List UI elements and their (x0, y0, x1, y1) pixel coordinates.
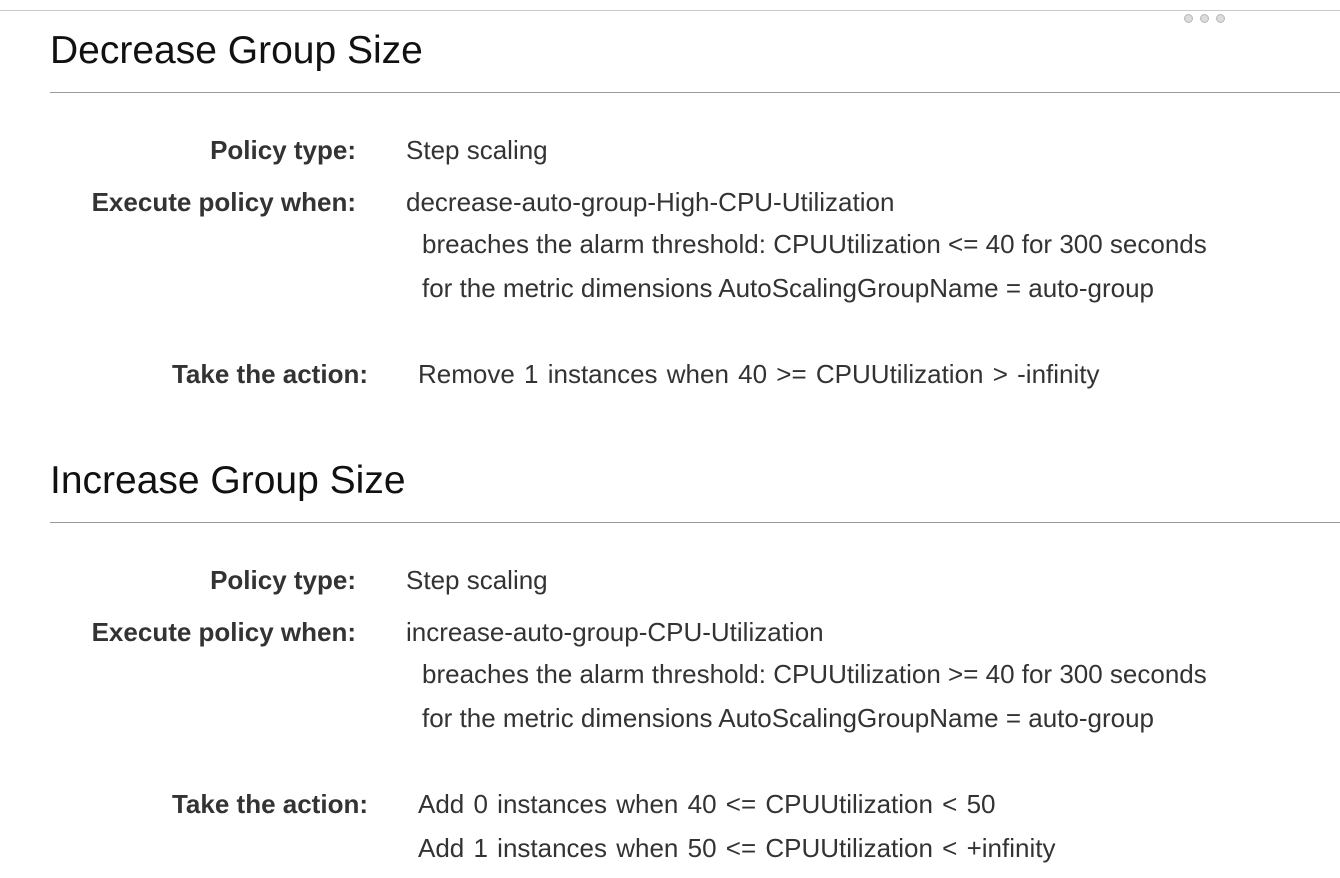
alarm-name: decrease-auto-group-High-CPU-Utilization (406, 187, 895, 217)
alarm-threshold: breaches the alarm threshold: CPUUtiliza… (422, 229, 1207, 259)
policy-type-label: Policy type: (210, 135, 356, 165)
alarm-threshold: breaches the alarm threshold: CPUUtiliza… (422, 659, 1207, 689)
take-action-label: Take the action: (171, 789, 368, 819)
section-title: Decrease Group Size (50, 29, 423, 72)
alarm-name: increase-auto-group-CPU-Utilization (406, 617, 824, 647)
dot (1184, 14, 1193, 23)
policy-type-value: Step scaling (406, 135, 548, 165)
step-action: Remove 1 instances when 40 >= CPUUtiliza… (418, 359, 1100, 389)
dot (1216, 14, 1225, 23)
execute-policy-label: Execute policy when: (91, 187, 356, 217)
section-divider (50, 92, 1340, 93)
policy-details-page: Decrease Group Size Policy type: Step sc… (0, 0, 1340, 878)
more-options-icon[interactable] (1184, 14, 1225, 23)
section-title: Increase Group Size (50, 459, 406, 502)
policy-type-value: Step scaling (406, 565, 548, 595)
section-divider (50, 522, 1340, 523)
step-action: Add 0 instances when 40 <= CPUUtilizatio… (418, 789, 996, 819)
dot (1200, 14, 1209, 23)
execute-policy-label: Execute policy when: (91, 617, 356, 647)
policy-type-label: Policy type: (210, 565, 356, 595)
top-divider (0, 10, 1340, 11)
metric-dimensions: for the metric dimensions AutoScalingGro… (422, 703, 1154, 733)
take-action-label: Take the action: (171, 359, 368, 389)
metric-dimensions: for the metric dimensions AutoScalingGro… (422, 273, 1154, 303)
step-action: Add 1 instances when 50 <= CPUUtilizatio… (418, 833, 1056, 863)
